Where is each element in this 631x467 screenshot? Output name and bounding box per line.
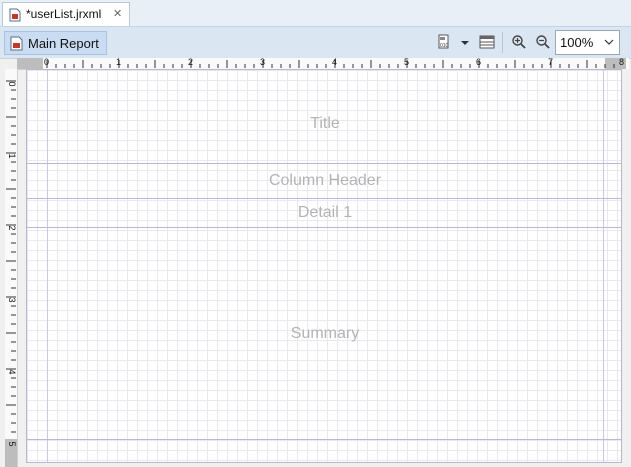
toolbar-separator <box>502 32 503 53</box>
ruler-number: 3 <box>260 57 266 67</box>
ruler-number: 5 <box>7 441 17 447</box>
main-report-label: Main Report <box>28 36 99 51</box>
chevron-down-icon[interactable] <box>459 34 471 50</box>
band-summary[interactable]: Summary <box>27 325 621 343</box>
data-source-icon[interactable]: 010 <box>437 34 453 50</box>
report-design-canvas[interactable]: Title Column Header Detail 1 Summary <box>26 69 622 463</box>
zoom-in-icon[interactable] <box>511 34 527 50</box>
band-column-header[interactable]: Column Header <box>27 172 621 190</box>
report-toolbar: Main Report 010 100% <box>0 27 631 59</box>
zoom-select[interactable]: 100% <box>555 30 620 55</box>
ruler-number: 1 <box>116 57 122 67</box>
ruler-number: 1 <box>7 153 17 159</box>
chevron-down-icon <box>604 39 614 45</box>
ruler-number: 6 <box>476 57 482 67</box>
editor-scroll-gutter <box>622 69 631 467</box>
ruler-number: 7 <box>548 57 554 67</box>
editor-tab-title: *userList.jrxml <box>26 7 102 21</box>
zoom-out-icon[interactable] <box>535 34 551 50</box>
ruler-number: 0 <box>7 81 17 87</box>
main-report-button[interactable]: Main Report <box>4 31 107 55</box>
band-divider[interactable] <box>27 227 621 228</box>
ruler-number: 4 <box>332 57 338 67</box>
svg-text:010: 010 <box>440 43 449 49</box>
report-file-icon <box>10 36 23 51</box>
close-icon[interactable]: ✕ <box>113 7 122 20</box>
ruler-number: 0 <box>44 57 50 67</box>
ruler-ticks <box>46 60 615 68</box>
band-divider[interactable] <box>27 198 621 199</box>
report-file-icon <box>9 8 21 22</box>
band-divider[interactable] <box>27 163 621 164</box>
editor-tab-bar: *userList.jrxml ✕ <box>0 0 631 27</box>
ruler-number: 8 <box>619 57 625 67</box>
band-title[interactable]: Title <box>27 115 621 133</box>
zoom-value: 100% <box>560 35 594 50</box>
band-divider[interactable] <box>27 439 621 440</box>
ruler-number: 5 <box>404 57 410 67</box>
ruler-number: 3 <box>7 297 17 303</box>
ruler-ticks <box>6 80 16 433</box>
band-detail[interactable]: Detail 1 <box>27 204 621 222</box>
ruler-number: 2 <box>188 57 194 67</box>
vertical-ruler: 0 1 2 3 4 5 <box>5 69 18 467</box>
editor-tab-userlist[interactable]: *userList.jrxml ✕ <box>2 2 130 26</box>
ruler-number: 2 <box>7 225 17 231</box>
layout-icon[interactable] <box>479 34 495 50</box>
ruler-number: 4 <box>7 369 17 375</box>
